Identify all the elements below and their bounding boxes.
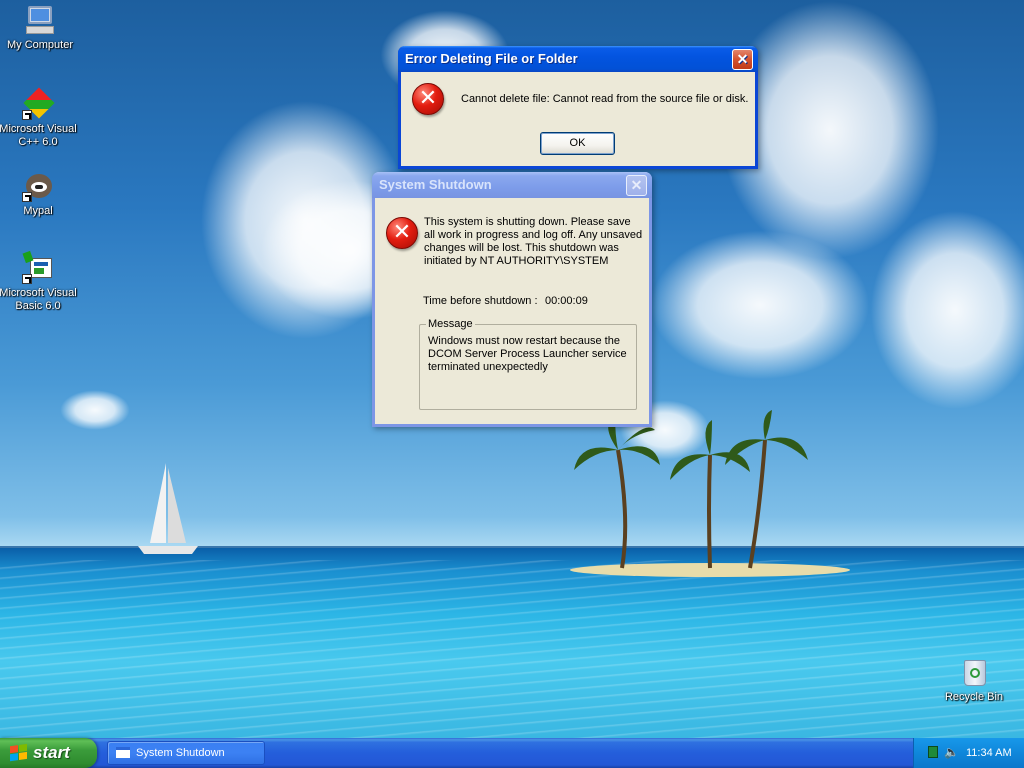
shutdown-message: This system is shutting down. Please sav… bbox=[424, 216, 643, 267]
desktop-icon-my-computer[interactable]: My Computer bbox=[0, 4, 80, 52]
message-groupbox-label: Message bbox=[426, 318, 475, 330]
mypal-browser-icon bbox=[22, 170, 54, 202]
error-icon: ✕ bbox=[412, 83, 444, 115]
wallpaper-cloud bbox=[60, 390, 130, 430]
start-button[interactable]: start bbox=[0, 738, 97, 768]
system-tray: 🔈 11:34 AM bbox=[913, 738, 1024, 768]
desktop-icon-visual-cpp[interactable]: Microsoft Visual C++ 6.0 bbox=[0, 87, 78, 149]
shutdown-dialog-close-button[interactable]: ✕ bbox=[626, 175, 647, 196]
taskbar-item-system-shutdown[interactable]: System Shutdown bbox=[107, 741, 265, 765]
shutdown-countdown: 00:00:09 bbox=[545, 295, 588, 307]
taskbar-item-label: System Shutdown bbox=[136, 747, 225, 759]
palm-island-illustration bbox=[570, 410, 850, 577]
error-dialog: Error Deleting File or Folder ✕ ✕ Cannot… bbox=[398, 46, 758, 169]
desktop-icon-label: Microsoft Visual C++ 6.0 bbox=[0, 123, 77, 148]
shutdown-dialog-titlebar[interactable]: System Shutdown ✕ bbox=[372, 172, 652, 198]
error-dialog-close-button[interactable]: ✕ bbox=[732, 49, 753, 70]
network-status-icon[interactable] bbox=[928, 746, 938, 758]
windows-logo-icon bbox=[10, 743, 28, 763]
sailboat-illustration bbox=[138, 463, 198, 554]
error-dialog-message: Cannot delete file: Cannot read from the… bbox=[461, 93, 749, 105]
ok-button[interactable]: OK bbox=[540, 132, 615, 155]
taskbar: start System Shutdown 🔈 11:34 AM bbox=[0, 738, 1024, 768]
desktop-icon-label: Microsoft Visual Basic 6.0 bbox=[0, 287, 77, 312]
wallpaper-cloud bbox=[870, 210, 1024, 410]
window-icon bbox=[116, 747, 130, 758]
desktop-icon-visual-basic[interactable]: Microsoft Visual Basic 6.0 bbox=[0, 250, 78, 313]
shutdown-dialog-title: System Shutdown bbox=[379, 177, 492, 192]
start-label: start bbox=[33, 743, 70, 762]
desktop-icon-label: Recycle Bin bbox=[944, 691, 1004, 703]
desktop-icon-label: My Computer bbox=[6, 39, 74, 51]
shutdown-time-label: Time before shutdown : bbox=[423, 295, 538, 307]
system-shutdown-dialog: System Shutdown ✕ ✕ This system is shutt… bbox=[372, 172, 652, 427]
wallpaper-cloud bbox=[650, 230, 870, 380]
message-groupbox: Message Windows must now restart because… bbox=[419, 318, 637, 410]
recycle-bin-icon bbox=[958, 656, 990, 688]
taskbar-clock[interactable]: 11:34 AM bbox=[966, 738, 1012, 768]
my-computer-icon bbox=[24, 4, 56, 36]
desktop-icon-mypal[interactable]: Mypal bbox=[0, 170, 78, 218]
visual-basic-icon bbox=[22, 250, 54, 284]
desktop-icon-recycle-bin[interactable]: Recycle Bin bbox=[934, 656, 1014, 704]
error-icon: ✕ bbox=[386, 217, 418, 249]
wallpaper-waves bbox=[0, 560, 1024, 738]
visual-cpp-icon bbox=[22, 87, 55, 120]
volume-icon[interactable]: 🔈 bbox=[944, 745, 959, 759]
desktop-icon-label: Mypal bbox=[23, 205, 53, 217]
message-groupbox-text: Windows must now restart because the DCO… bbox=[428, 335, 627, 373]
error-dialog-title: Error Deleting File or Folder bbox=[405, 51, 578, 66]
error-dialog-titlebar[interactable]: Error Deleting File or Folder ✕ bbox=[398, 46, 758, 72]
